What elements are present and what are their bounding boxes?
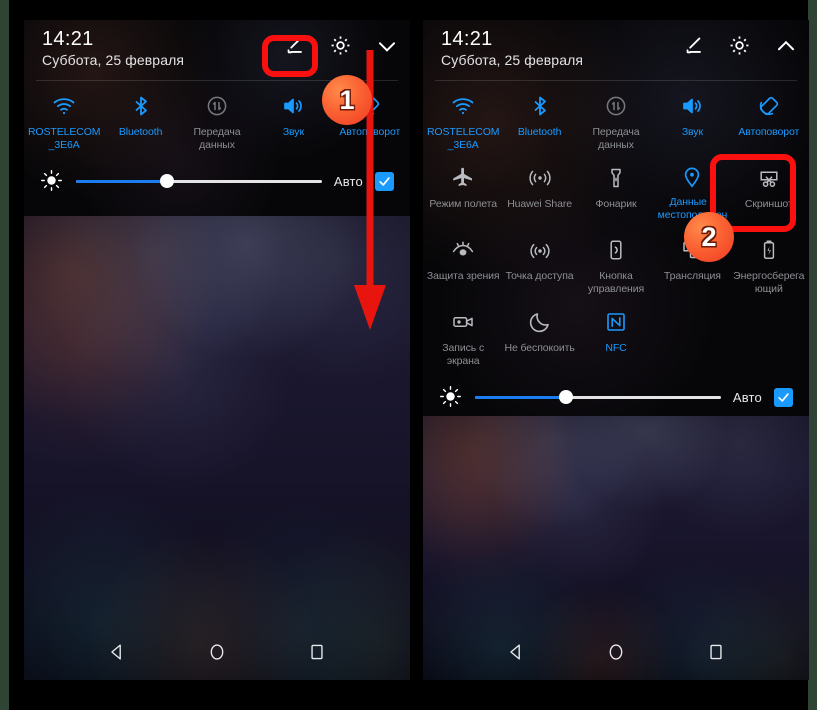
tile-label: Кнопка управления (587, 270, 645, 295)
tile-wifi[interactable]: ROSTELECOM_3E6A (26, 87, 102, 159)
tile-sound[interactable]: Звук (255, 87, 331, 159)
tile-battery-saver[interactable]: Энергосберегающий (731, 231, 807, 303)
tile-screen-record[interactable]: Запись с экрана (425, 303, 501, 375)
tile-label: Энергосберегающий (733, 270, 805, 295)
tile-huawei-share[interactable]: Huawei Share (501, 159, 577, 231)
tile-sound[interactable]: Звук (654, 87, 730, 159)
tile-airplane-mode[interactable]: Режим полета (425, 159, 501, 231)
tile-do-not-disturb[interactable]: Не беспокоить (501, 303, 577, 375)
huawei-share-icon (527, 165, 553, 191)
navigation-bar-right (423, 624, 809, 680)
tile-mobile-data[interactable]: Передача данных (578, 87, 654, 159)
brightness-row-right: Авто (423, 375, 809, 421)
tile-auto-rotate[interactable]: Автоповорот (731, 87, 807, 159)
sound-icon (280, 93, 306, 119)
tile-mobile-data[interactable]: Передача данных (179, 87, 255, 159)
location-icon (679, 165, 705, 189)
edit-icon[interactable] (282, 33, 308, 59)
tile-label: Фонарик (595, 198, 637, 210)
wifi-icon (450, 93, 476, 119)
tile-empty-slot (654, 303, 730, 375)
airplane-icon (450, 165, 476, 191)
brightness-icon (40, 169, 64, 193)
eye-comfort-icon (450, 237, 476, 263)
step-badge-1: 1 (322, 75, 372, 125)
screenshot-icon (756, 165, 782, 191)
settings-gear-icon[interactable] (727, 33, 753, 59)
tile-label: Режим полета (429, 198, 497, 210)
nav-dock-icon (603, 237, 629, 263)
auto-brightness-checkbox[interactable] (774, 387, 793, 407)
sound-icon (679, 93, 705, 119)
tile-label: Скриншот (744, 198, 793, 210)
recents-button[interactable] (306, 641, 328, 663)
do-not-disturb-icon (527, 309, 553, 335)
settings-gear-icon[interactable] (328, 33, 354, 59)
brightness-icon (439, 385, 463, 409)
slider-fill (76, 179, 167, 183)
tile-screenshot[interactable]: Скриншот (731, 159, 807, 231)
flashlight-icon (603, 165, 629, 191)
tile-label: Huawei Share (507, 198, 572, 210)
phone-screen-right: 14:21 Суббота, 25 февраля ROSTELECOM_3E6… (423, 20, 809, 680)
wifi-icon (51, 93, 77, 119)
auto-rotate-icon (756, 93, 782, 119)
recents-button[interactable] (705, 641, 727, 663)
mobile-data-icon (603, 93, 629, 119)
tile-label: Передача данных (193, 126, 241, 151)
navigation-bar-left (24, 624, 410, 680)
back-button[interactable] (106, 641, 128, 663)
tile-label: Передача данных (592, 126, 640, 151)
tile-empty-slot (731, 303, 807, 375)
tile-nav-dock[interactable]: Кнопка управления (578, 231, 654, 303)
screenshot-root: 14:21 Суббота, 25 февраля ROSTELECOM_3E6… (0, 0, 817, 710)
quick-settings-shade-expanded: 14:21 Суббота, 25 февраля ROSTELECOM_3E6… (423, 20, 809, 416)
tile-label: Звук (681, 126, 703, 138)
tile-label: Защита зрения (426, 270, 500, 282)
back-button[interactable] (505, 641, 527, 663)
nfc-icon (603, 309, 629, 335)
home-button[interactable] (605, 641, 627, 663)
tile-bluetooth[interactable]: Bluetooth (102, 87, 178, 159)
frame-edge-left (0, 0, 9, 710)
slider-fill (475, 395, 566, 399)
tile-wifi[interactable]: ROSTELECOM_3E6A (425, 87, 501, 159)
frame-edge-right (808, 0, 817, 710)
bluetooth-icon (527, 93, 553, 119)
hotspot-icon (527, 237, 553, 263)
tile-label: ROSTELECOM_3E6A (426, 126, 500, 151)
home-button[interactable] (206, 641, 228, 663)
quick-tile-grid-right: ROSTELECOM_3E6A Bluetooth Передача данны… (423, 81, 809, 375)
tile-bluetooth[interactable]: Bluetooth (501, 87, 577, 159)
edit-icon[interactable] (681, 33, 707, 59)
status-header: 14:21 Суббота, 25 февраля (423, 20, 809, 76)
tile-label: NFC (605, 342, 627, 354)
tile-label: Bluetooth (118, 126, 163, 138)
battery-saver-icon (756, 237, 782, 263)
slider-thumb[interactable] (558, 390, 573, 404)
step-badge-2: 2 (684, 212, 734, 262)
tile-label: ROSTELECOM_3E6A (27, 126, 101, 151)
mobile-data-icon (204, 93, 230, 119)
tile-label: Точка доступа (505, 270, 574, 282)
tile-flashlight[interactable]: Фонарик (578, 159, 654, 231)
tile-label: Автоповорот (738, 126, 800, 138)
chevron-up-icon[interactable] (773, 33, 799, 59)
screen-record-icon (450, 309, 476, 335)
tile-hotspot[interactable]: Точка доступа (501, 231, 577, 303)
brightness-slider[interactable] (475, 387, 721, 407)
tile-label: Звук (282, 126, 304, 138)
bluetooth-icon (128, 93, 154, 119)
tile-label: Bluetooth (517, 126, 562, 138)
tile-eye-comfort[interactable]: Защита зрения (425, 231, 501, 303)
tile-label: Трансляция (663, 270, 721, 282)
tile-label: Не беспокоить (504, 342, 575, 354)
tile-nfc[interactable]: NFC (578, 303, 654, 375)
auto-brightness-label: Авто (732, 389, 762, 405)
brightness-slider[interactable] (76, 171, 322, 191)
header-actions (681, 33, 799, 59)
slider-thumb[interactable] (159, 174, 174, 188)
tile-label: Запись с экрана (442, 342, 485, 367)
